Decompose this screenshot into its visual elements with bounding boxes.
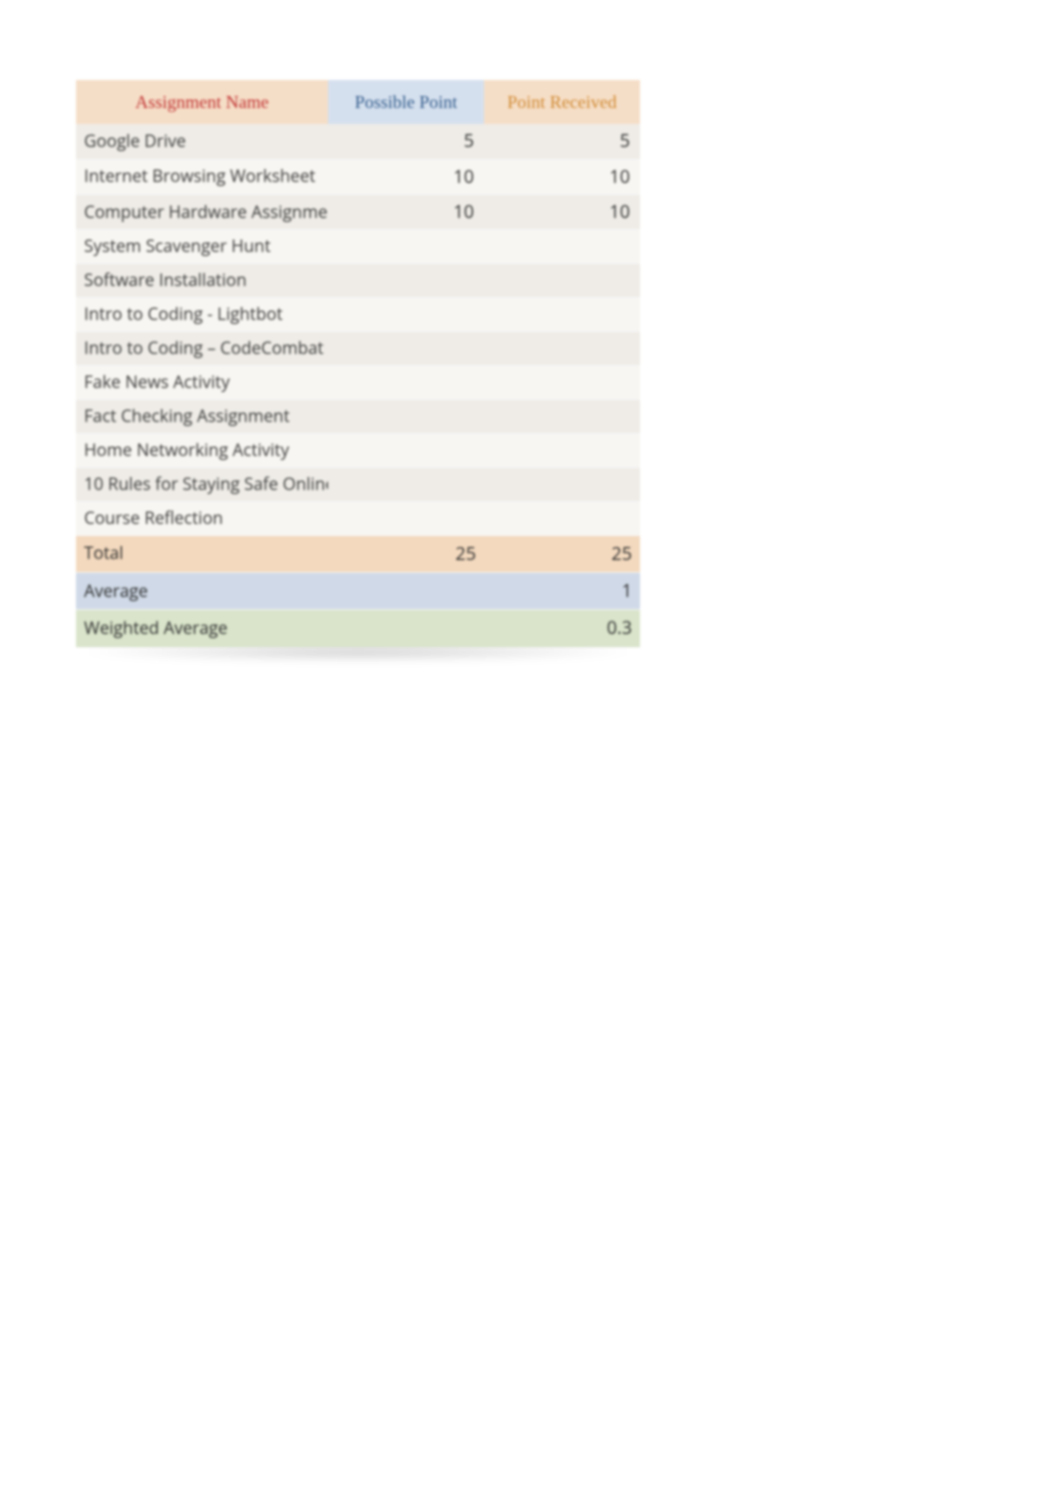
col-header-assignment: Assignment Name (76, 80, 328, 124)
weighted-received: 0.3 (484, 610, 640, 647)
weighted-possible (328, 610, 484, 647)
total-possible: 25 (328, 535, 484, 572)
assignment-name: Intro to Coding - Lightbot (76, 298, 328, 332)
assignment-name: System Scavenger Hunt (76, 230, 328, 264)
possible-points (328, 230, 484, 264)
assignment-name: Software Installation (76, 264, 328, 298)
weighted-label: Weighted Average (76, 610, 328, 647)
received-points: 10 (484, 194, 640, 229)
possible-points (328, 264, 484, 298)
possible-points (328, 501, 484, 535)
possible-points (328, 332, 484, 366)
total-row: Total 25 25 (76, 535, 640, 572)
table-row: Intro to Coding - Lightbot (76, 298, 640, 332)
received-points (484, 332, 640, 366)
possible-points (328, 399, 484, 433)
assignment-name: Internet Browsing Worksheet (76, 159, 328, 194)
possible-points (328, 433, 484, 467)
table-row: Fact Checking Assignment (76, 399, 640, 433)
assignment-name: Course Reflection (76, 501, 328, 535)
table-row: Software Installation (76, 264, 640, 298)
table-row: Google Drive 5 5 (76, 124, 640, 159)
table-row: Home Networking Activity (76, 433, 640, 467)
table-header-row: Assignment Name Possible Point Point Rec… (76, 80, 640, 124)
received-points (484, 467, 640, 501)
assignment-name: Google Drive (76, 124, 328, 159)
received-points: 10 (484, 159, 640, 194)
received-points (484, 501, 640, 535)
average-possible (328, 572, 484, 609)
grades-table-wrap: Assignment Name Possible Point Point Rec… (76, 80, 640, 648)
assignment-name: Intro to Coding – CodeCombat (76, 332, 328, 366)
received-points (484, 433, 640, 467)
assignment-name: Home Networking Activity (76, 433, 328, 467)
average-label: Average (76, 572, 328, 609)
received-points (484, 298, 640, 332)
col-header-received: Point Received (484, 80, 640, 124)
possible-points: 10 (328, 159, 484, 194)
received-points (484, 399, 640, 433)
table-row: Course Reflection (76, 501, 640, 535)
average-row: Average 1 (76, 572, 640, 609)
received-points (484, 230, 640, 264)
table-row: 10 Rules for Staying Safe Online (76, 467, 640, 501)
table-row: Fake News Activity (76, 365, 640, 399)
total-label: Total (76, 535, 328, 572)
assignment-name: Computer Hardware Assignment (76, 194, 328, 229)
grades-table: Assignment Name Possible Point Point Rec… (76, 80, 640, 648)
table-row: System Scavenger Hunt (76, 230, 640, 264)
average-received: 1 (484, 572, 640, 609)
weighted-average-row: Weighted Average 0.3 (76, 610, 640, 647)
table-row: Internet Browsing Worksheet 10 10 (76, 159, 640, 194)
total-received: 25 (484, 535, 640, 572)
possible-points: 5 (328, 124, 484, 159)
possible-points (328, 298, 484, 332)
received-points (484, 365, 640, 399)
possible-points: 10 (328, 194, 484, 229)
assignment-name: Fake News Activity (76, 365, 328, 399)
table-row: Intro to Coding – CodeCombat (76, 332, 640, 366)
col-header-possible: Possible Point (328, 80, 484, 124)
assignment-name: Fact Checking Assignment (76, 399, 328, 433)
received-points (484, 264, 640, 298)
table-row: Computer Hardware Assignment 10 10 (76, 194, 640, 229)
possible-points (328, 365, 484, 399)
received-points: 5 (484, 124, 640, 159)
possible-points (328, 467, 484, 501)
assignment-name: 10 Rules for Staying Safe Online (76, 467, 328, 501)
